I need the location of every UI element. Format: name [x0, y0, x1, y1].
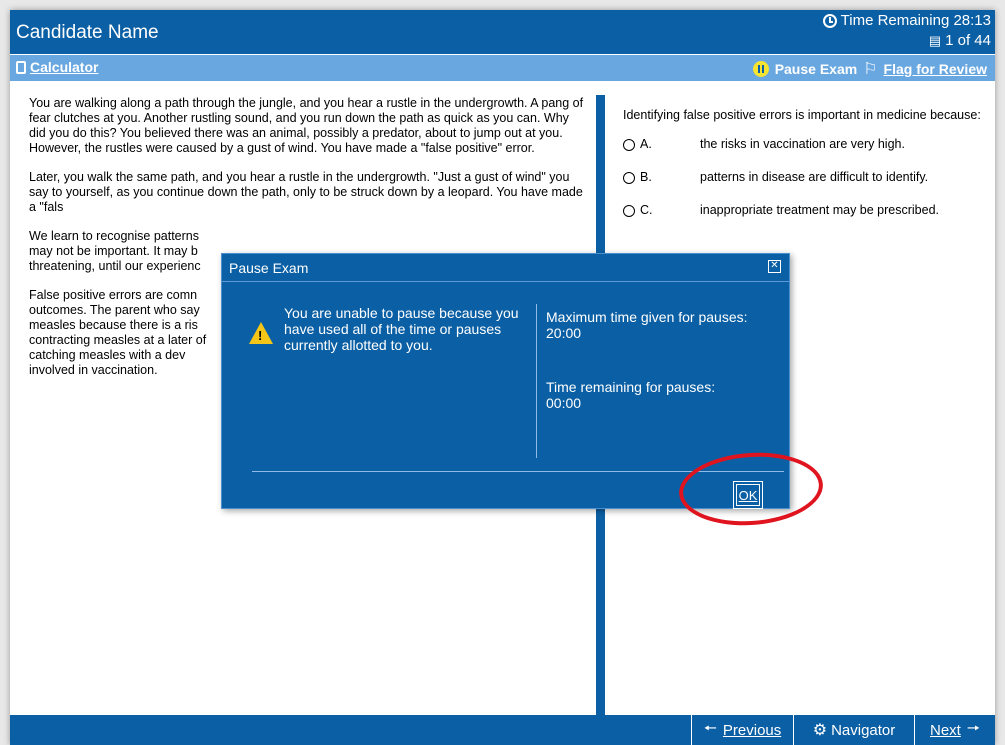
option-letter: C. [640, 203, 653, 217]
pause-exam-button[interactable]: Pause Exam [775, 61, 858, 77]
remaining-time-value: 00:00 [546, 395, 582, 411]
option-letter: A. [640, 137, 652, 151]
radio-button[interactable] [623, 139, 635, 151]
radio-button[interactable] [623, 172, 635, 184]
option-b[interactable]: B. patterns in disease are difficult to … [623, 170, 983, 185]
max-time-value: 20:00 [546, 325, 582, 341]
dialog-message: You are unable to pause because you have… [284, 305, 519, 353]
navigator-icon: ⚙ [812, 722, 828, 739]
option-text: patterns in disease are difficult to ide… [700, 170, 929, 184]
remaining-time-block: Time remaining for pauses: 00:00 [546, 379, 782, 411]
pages-icon: ▤ [928, 32, 942, 48]
time-remaining-label: Time Remaining 28:13 [840, 12, 991, 29]
calculator-icon [16, 60, 26, 74]
clock-icon [822, 13, 837, 28]
page-counter-label: 1 of 44 [945, 32, 991, 49]
next-label: Next [930, 721, 961, 739]
previous-button[interactable]: 🠔 Previous [691, 715, 793, 745]
dialog-title-bar[interactable]: Pause Exam ✕ [222, 254, 789, 282]
option-a[interactable]: A. the risks in vaccination are very hig… [623, 137, 983, 152]
toolbar-right: Pause Exam ⚐ Flag for Review [752, 59, 987, 79]
toolbar: Calculator Pause Exam ⚐ Flag for Review [10, 55, 995, 81]
option-text: the risks in vaccination are very high. [700, 137, 905, 151]
flag-for-review-button[interactable]: Flag for Review [884, 61, 987, 77]
pause-time-info: Maximum time given for pauses: 20:00 Tim… [546, 309, 782, 449]
candidate-name: Candidate Name [16, 22, 159, 43]
passage-paragraph: False positive errors are comn outcomes.… [29, 288, 207, 377]
header-bar: Candidate Name Time Remaining 28:13 ▤ 1 … [10, 10, 995, 54]
dialog-divider [536, 304, 537, 458]
passage-paragraph: You are walking along a path through the… [29, 96, 584, 155]
calculator-label: Calculator [30, 59, 99, 75]
option-text: inappropriate treatment may be prescribe… [700, 203, 940, 217]
dialog-title: Pause Exam [229, 260, 309, 276]
passage-paragraph: Later, you walk the same path, and you h… [29, 170, 583, 214]
page-counter: ▤ 1 of 44 [929, 32, 991, 49]
previous-label: Previous [722, 721, 782, 739]
radio-button[interactable] [623, 205, 635, 217]
passage-paragraph: We learn to recognise patterns may not b… [29, 229, 201, 273]
option-c[interactable]: C. inappropriate treatment may be prescr… [623, 203, 983, 218]
navigator-label: Navigator [831, 721, 896, 739]
next-button[interactable]: Next 🠖 [914, 715, 995, 745]
pause-icon[interactable] [752, 61, 769, 77]
question-stem: Identifying false positive errors is imp… [623, 108, 981, 122]
question-pane: Identifying false positive errors is imp… [623, 108, 983, 236]
calculator-button[interactable]: Calculator [16, 59, 98, 75]
arrow-right-icon: 🠖 [966, 719, 980, 737]
max-time-label: Maximum time given for pauses: [546, 309, 748, 325]
footer-bar: 🠔 Previous ⚙ Navigator Next 🠖 [10, 715, 995, 745]
time-remaining: Time Remaining 28:13 [822, 12, 991, 29]
navigator-button[interactable]: ⚙ Navigator [793, 715, 914, 745]
arrow-left-icon: 🠔 [703, 719, 717, 737]
close-icon[interactable]: ✕ [768, 260, 781, 273]
flag-icon[interactable]: ⚐ [863, 59, 877, 79]
warning-icon-mark: ! [258, 328, 263, 343]
max-time-block: Maximum time given for pauses: 20:00 [546, 309, 782, 341]
exam-window: Candidate Name Time Remaining 28:13 ▤ 1 … [10, 10, 995, 745]
remaining-time-label: Time remaining for pauses: [546, 379, 716, 395]
option-letter: B. [640, 170, 652, 184]
